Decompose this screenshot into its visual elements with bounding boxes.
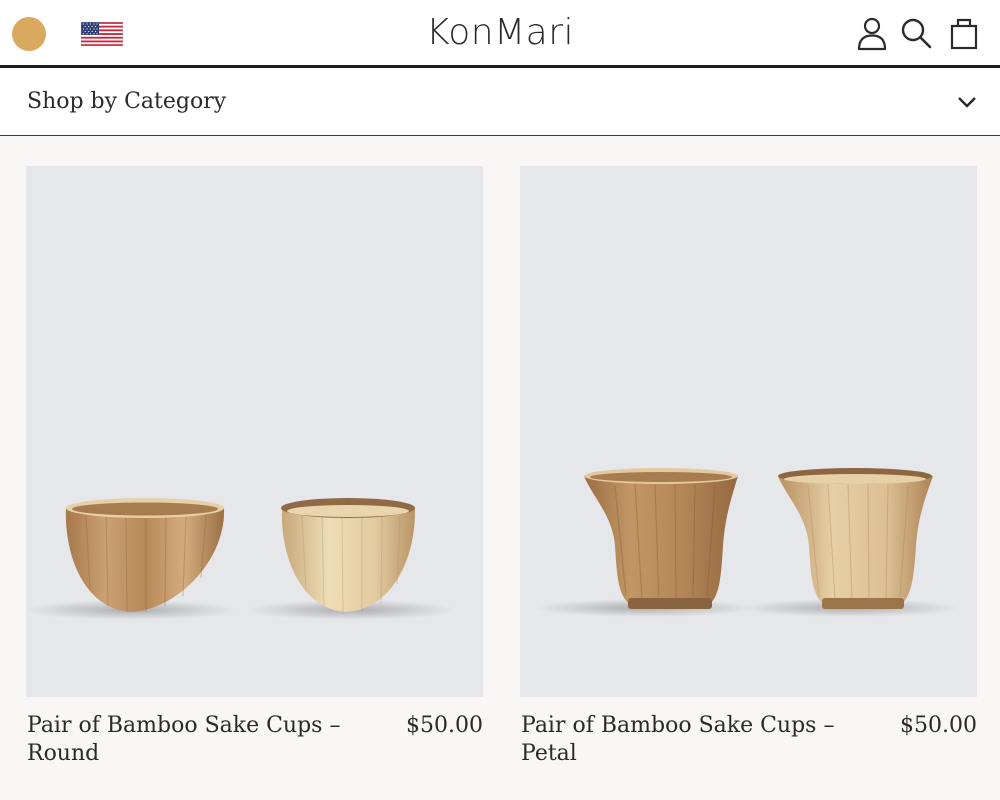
product-card[interactable]: Pair of Bamboo Sake Cups – Round $50.00 <box>26 166 483 777</box>
shop-by-category-toggle[interactable]: Shop by Category <box>0 68 1000 136</box>
shopping-bag-icon[interactable] <box>946 14 982 54</box>
product-info: Pair of Bamboo Sake Cups – Round $50.00 <box>26 697 483 777</box>
product-name[interactable]: Pair of Bamboo Sake Cups – Petal <box>521 712 851 768</box>
site-header: KonMari <box>0 0 1000 68</box>
logo-text[interactable]: KonMari <box>426 12 574 53</box>
product-name[interactable]: Pair of Bamboo Sake Cups – Round <box>27 712 357 768</box>
us-flag-icon[interactable] <box>80 21 124 47</box>
petal-bamboo-cups-image[interactable] <box>520 166 977 697</box>
search-icon[interactable] <box>898 14 934 54</box>
product-info: Pair of Bamboo Sake Cups – Petal $50.00 <box>520 697 977 777</box>
round-bamboo-cups-image[interactable] <box>26 166 483 697</box>
user-icon[interactable] <box>854 14 890 54</box>
product-price: $50.00 <box>900 713 977 738</box>
menu-circle-icon[interactable] <box>12 17 46 51</box>
product-card[interactable]: Pair of Bamboo Sake Cups – Petal $50.00 <box>520 166 977 777</box>
site-logo: KonMari <box>0 10 1000 56</box>
category-label: Shop by Category <box>27 89 227 114</box>
product-price: $50.00 <box>406 713 483 738</box>
chevron-down-icon[interactable] <box>956 92 978 112</box>
